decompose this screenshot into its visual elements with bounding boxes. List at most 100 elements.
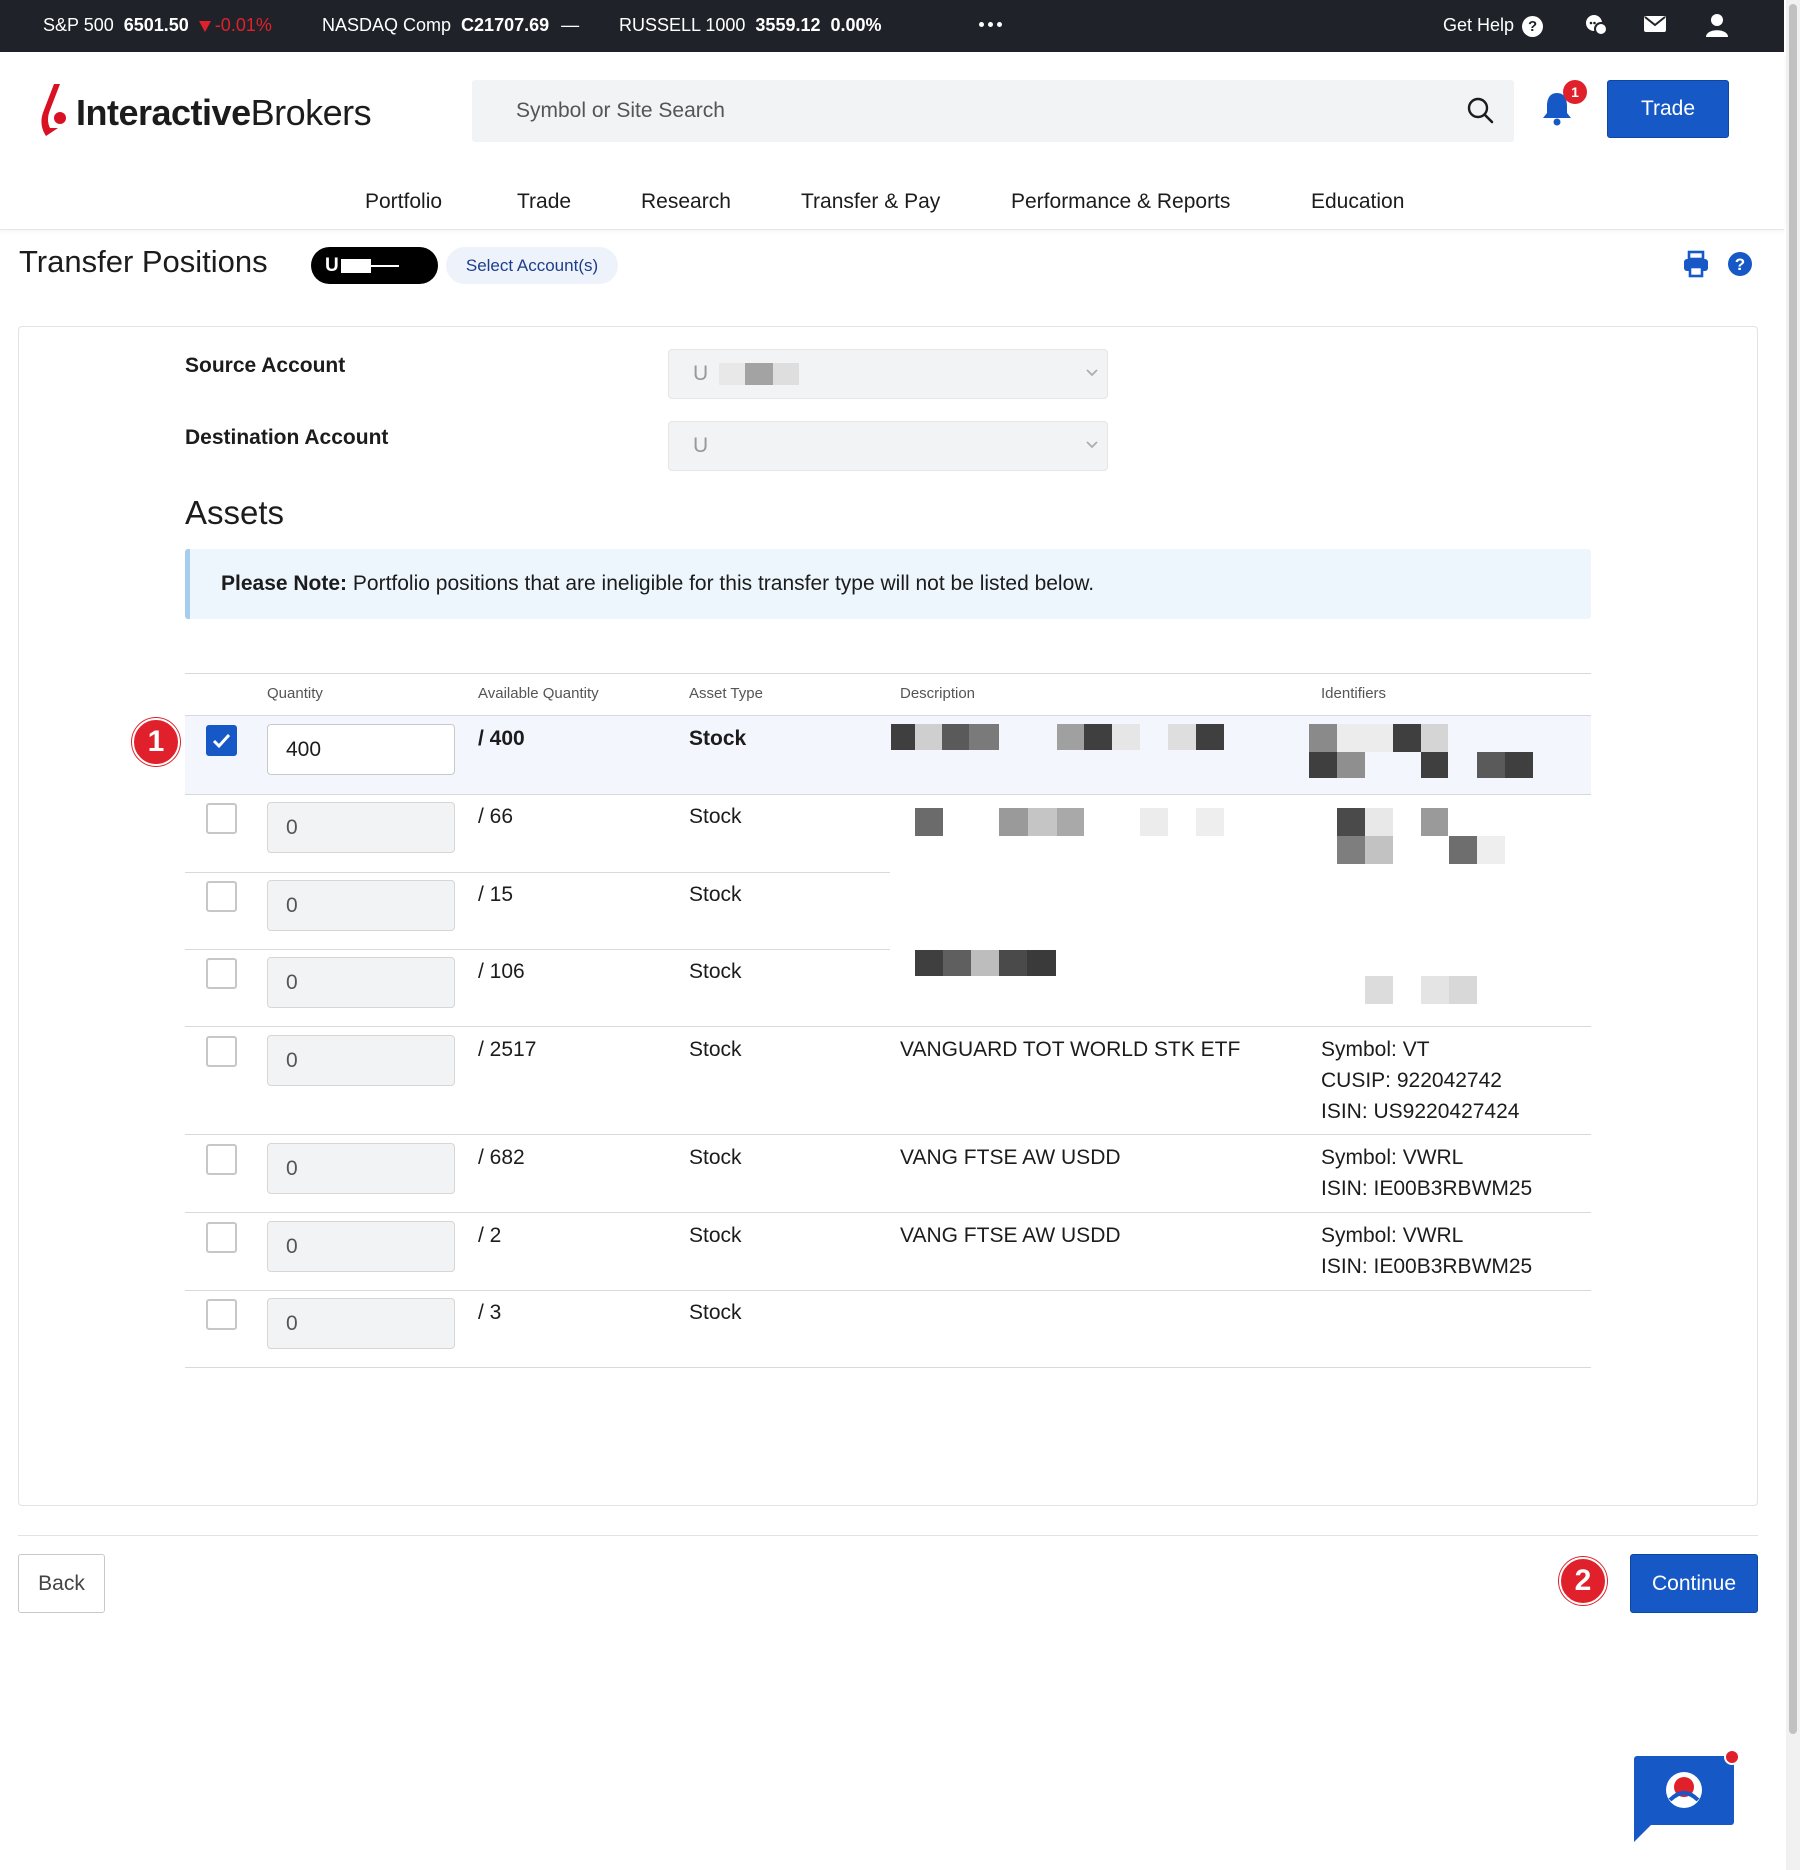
identifier-line: ISIN: IE00B3RBWM25: [1321, 1177, 1533, 1200]
chat-widget-tail: [1634, 1820, 1656, 1842]
row-checkbox[interactable]: [206, 725, 237, 756]
available-quantity: / 106: [478, 960, 525, 983]
quantity-input[interactable]: [267, 1035, 455, 1086]
quantity-input[interactable]: [267, 724, 455, 775]
destination-account-select[interactable]: U: [668, 421, 1108, 471]
col-available-quantity: Available Quantity: [478, 685, 599, 702]
quantity-input[interactable]: [267, 957, 455, 1008]
ticker-sp500[interactable]: S&P 500 6501.50 -0.01%: [43, 0, 272, 52]
question-icon: ?: [1522, 15, 1544, 37]
row-checkbox[interactable]: [206, 1299, 237, 1330]
account-pill[interactable]: U: [311, 247, 438, 284]
notification-badge[interactable]: 1: [1563, 80, 1587, 104]
asset-type: Stock: [689, 960, 742, 983]
col-identifiers: Identifiers: [1321, 685, 1387, 702]
available-quantity: / 15: [478, 883, 514, 906]
col-description: Description: [900, 685, 976, 702]
ticker-change: —: [561, 15, 580, 35]
assets-heading: Assets: [185, 494, 285, 531]
quantity-input[interactable]: [267, 1298, 455, 1349]
asset-identifiers: Symbol: VWRL ISIN: IE00B3RBWM25: [1321, 1220, 1532, 1282]
continue-button[interactable]: Continue: [1630, 1554, 1758, 1613]
down-arrow-icon: [198, 20, 211, 32]
step-marker-1: 1: [132, 718, 180, 766]
nav-education[interactable]: Education: [1311, 182, 1404, 222]
help-icon[interactable]: ?: [1726, 250, 1754, 278]
row-checkbox[interactable]: [206, 1222, 237, 1253]
identifier-line: ISIN: US9220427424: [1321, 1100, 1520, 1123]
account-pill-prefix: U: [325, 255, 339, 276]
market-ticker-bar: S&P 500 6501.50 -0.01% NASDAQ Comp C21707.6…: [0, 0, 1784, 52]
mail-icon[interactable]: [1644, 15, 1666, 33]
asset-type: Stock: [689, 805, 742, 828]
asset-type: Stock: [689, 1038, 742, 1061]
row-checkbox[interactable]: [206, 803, 237, 834]
ticker-russell[interactable]: RUSSELL 1000 3559.12 0.00%: [619, 0, 882, 52]
available-quantity: / 66: [478, 805, 514, 828]
quantity-input[interactable]: [267, 880, 455, 931]
chat-widget-button[interactable]: [1634, 1756, 1734, 1825]
row-divider: [185, 1026, 1591, 1027]
redaction-block: [719, 363, 745, 385]
page-title: Transfer Positions: [19, 244, 268, 279]
identifier-line: CUSIP: 922042742: [1321, 1069, 1502, 1092]
quantity-input[interactable]: [267, 802, 455, 853]
asset-type: Stock: [689, 1146, 742, 1169]
checkmark-icon: [212, 733, 231, 749]
select-accounts-button[interactable]: Select Account(s): [446, 247, 618, 284]
get-help-link[interactable]: Get Help?: [1443, 0, 1544, 52]
nav-portfolio[interactable]: Portfolio: [365, 182, 442, 222]
asset-description: VANG FTSE AW USDD: [900, 1224, 1121, 1247]
ticker-nasdaq[interactable]: NASDAQ Comp C21707.69 —: [322, 0, 579, 52]
ticker-value: C21707.69: [461, 15, 550, 35]
user-icon[interactable]: [1704, 12, 1730, 38]
source-account-select[interactable]: U: [668, 349, 1108, 399]
col-asset-type: Asset Type: [689, 685, 763, 702]
table-bottom-border: [185, 1367, 1591, 1368]
asset-type: Stock: [689, 727, 747, 750]
quantity-input[interactable]: [267, 1143, 455, 1194]
row-checkbox[interactable]: [206, 958, 237, 989]
quantity-input[interactable]: [267, 1221, 455, 1272]
help-glyph: ?: [1735, 255, 1745, 274]
ticker-value: 3559.12: [755, 15, 821, 35]
nav-performance-reports[interactable]: Performance & Reports: [1011, 182, 1230, 222]
asset-identifiers: Symbol: VWRL ISIN: IE00B3RBWM25: [1321, 1142, 1532, 1204]
ticker-name: NASDAQ Comp: [322, 15, 452, 35]
nav-transfer-pay[interactable]: Transfer & Pay: [801, 182, 940, 222]
redaction-block: [745, 363, 773, 385]
source-account-label: Source Account: [185, 354, 346, 377]
ticker-value: 6501.50: [123, 15, 189, 35]
page-scrollbar[interactable]: [1786, 0, 1800, 1870]
more-tickers-icon[interactable]: [979, 22, 1003, 28]
back-button[interactable]: Back: [18, 1554, 105, 1613]
nav-research[interactable]: Research: [641, 182, 731, 222]
available-quantity: / 2517: [478, 1038, 537, 1061]
account-redaction: [340, 258, 371, 273]
chat-bubbles-icon[interactable]: [1583, 12, 1609, 38]
logo-text-bold: Interactive: [76, 92, 251, 133]
source-account-value: U: [693, 362, 709, 385]
printer-icon[interactable]: [1682, 250, 1710, 278]
chat-unread-dot: [1724, 1749, 1740, 1765]
row-checkbox[interactable]: [206, 1036, 237, 1067]
note-label: Please Note:: [221, 572, 348, 595]
row-divider: [185, 794, 1591, 795]
site-search-input[interactable]: [472, 80, 1514, 142]
scrollbar-thumb[interactable]: [1789, 4, 1797, 1734]
logo-wordmark[interactable]: InteractiveBrokers: [76, 92, 372, 134]
asset-description: VANG FTSE AW USDD: [900, 1146, 1121, 1169]
asset-type: Stock: [689, 883, 742, 906]
trade-button[interactable]: Trade: [1607, 80, 1729, 138]
nav-trade[interactable]: Trade: [517, 182, 571, 222]
page: S&P 500 6501.50 -0.01% NASDAQ Comp C21707.6…: [0, 0, 1800, 1870]
account-redaction-line: [370, 264, 399, 267]
row-divider: [185, 1134, 1591, 1135]
logo-flame-icon[interactable]: [40, 80, 70, 140]
row-checkbox[interactable]: [206, 1144, 237, 1175]
chevron-down-icon: [1086, 369, 1098, 377]
identifier-line: Symbol: VT: [1321, 1038, 1430, 1061]
row-checkbox[interactable]: [206, 881, 237, 912]
ticker-name: RUSSELL 1000: [619, 15, 746, 35]
search-icon[interactable]: [1466, 96, 1494, 124]
